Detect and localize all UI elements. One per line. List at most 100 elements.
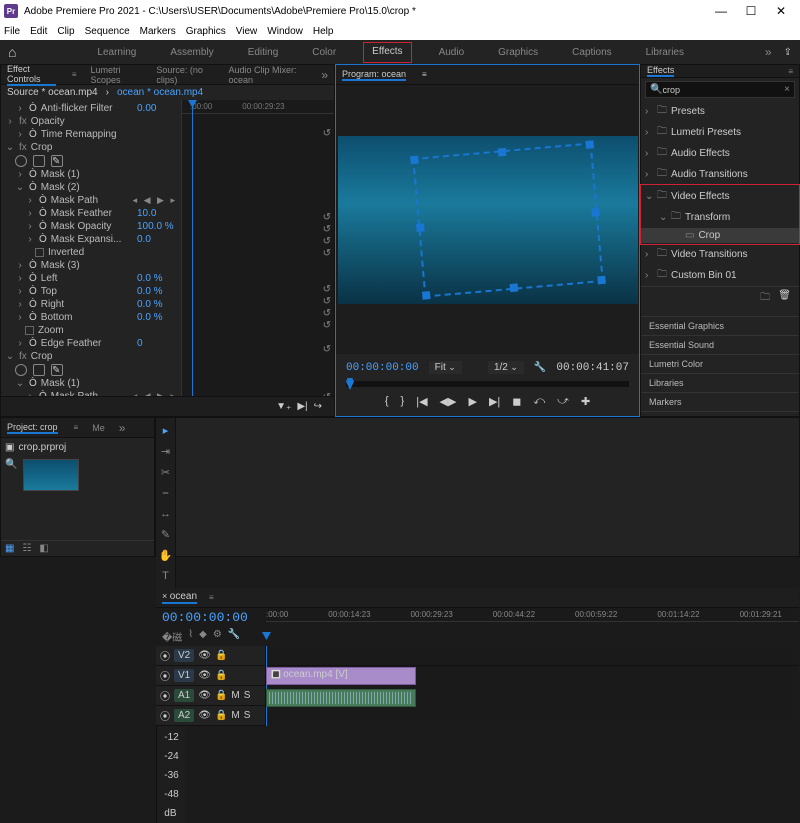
link-icon[interactable]: ⌇ (188, 629, 193, 644)
close-button[interactable]: ✕ (766, 4, 796, 18)
ec-row[interactable]: ✎ (1, 363, 181, 377)
zoom-select[interactable]: Fit ⌄ (429, 361, 462, 374)
menu-help[interactable]: Help (313, 26, 334, 37)
effects-search-input[interactable] (662, 85, 784, 95)
panel-menu-icon[interactable]: ≡ (209, 593, 214, 602)
export-icon[interactable]: ⇪ (784, 47, 792, 58)
panel-menu-icon[interactable]: ≡ (422, 70, 427, 79)
program-timecode[interactable]: 00:00:00:00 (346, 362, 419, 374)
ec-row[interactable]: ›ÒMask (1) (1, 168, 181, 181)
more-tabs-icon[interactable]: » (119, 421, 126, 435)
workspace-tab-editing[interactable]: Editing (242, 43, 285, 62)
search-icon[interactable]: 🔍 (5, 459, 17, 470)
ec-playhead[interactable] (192, 100, 193, 396)
crop-handle[interactable] (591, 207, 600, 216)
crop-handle[interactable] (416, 223, 425, 232)
slip-tool-icon[interactable]: ↔ (160, 508, 171, 520)
side-panel-item[interactable]: Markers (641, 392, 799, 411)
workspace-tab-captions[interactable]: Captions (566, 43, 617, 62)
panel-menu-icon[interactable]: ≡ (72, 70, 77, 79)
more-workspaces-icon[interactable]: » (765, 45, 772, 59)
ec-row[interactable]: ⌄fxCrop (1, 141, 181, 154)
reset-icon[interactable]: ↺ (323, 320, 331, 332)
ec-tab[interactable]: Audio Clip Mixer: ocean (228, 65, 307, 85)
rect-mask-icon[interactable] (33, 364, 45, 376)
effects-tree-item[interactable]: ›🗀Audio Effects (641, 143, 799, 164)
freeform-view-icon[interactable]: ◧ (39, 543, 48, 554)
audio-clip[interactable] (266, 689, 416, 707)
menu-markers[interactable]: Markers (140, 26, 176, 37)
reset-icon[interactable]: ↺ (323, 344, 331, 356)
menu-edit[interactable]: Edit (30, 26, 47, 37)
marker-icon[interactable]: ◆ (199, 629, 207, 644)
rect-mask-icon[interactable] (33, 155, 45, 167)
crop-handle[interactable] (509, 283, 518, 292)
ec-row[interactable]: ›ÒTime Remapping (1, 128, 181, 141)
snap-icon[interactable]: �磁 (162, 629, 182, 644)
track-header[interactable]: ⦿A1👁🔒MS (156, 686, 265, 706)
track-select-tool-icon[interactable]: ⇥ (161, 445, 170, 458)
program-scrubber[interactable] (346, 381, 629, 387)
crop-handle[interactable] (585, 140, 594, 149)
timeline-tab[interactable]: × ocean (162, 591, 197, 604)
reset-icon[interactable]: ↺ (323, 224, 331, 236)
menu-clip[interactable]: Clip (57, 26, 74, 37)
minimize-button[interactable]: — (706, 4, 736, 18)
transport-button[interactable]: } (401, 395, 405, 408)
reset-icon[interactable]: ↺ (323, 308, 331, 320)
pen-tool-icon[interactable]: ✎ (161, 528, 170, 541)
ellipse-mask-icon[interactable] (15, 155, 27, 167)
menu-file[interactable]: File (4, 26, 20, 37)
timeline-timecode[interactable]: 00:00:00:00 (156, 608, 266, 627)
crop-handle[interactable] (497, 147, 506, 156)
effects-tree-item[interactable]: ›🗀Lumetri Presets (641, 122, 799, 143)
effects-tab[interactable]: Effects (647, 65, 674, 77)
menu-view[interactable]: View (236, 26, 258, 37)
menu-sequence[interactable]: Sequence (85, 26, 130, 37)
ec-row[interactable]: ›ÒLeft0.0 % (1, 272, 181, 285)
workspace-tab-audio[interactable]: Audio (433, 43, 471, 62)
transport-button[interactable]: ⤻ (557, 395, 569, 408)
menu-graphics[interactable]: Graphics (186, 26, 226, 37)
workspace-tab-color[interactable]: Color (306, 43, 342, 62)
workspace-tab-assembly[interactable]: Assembly (164, 43, 219, 62)
reset-icon[interactable]: ↺ (323, 296, 331, 308)
effects-tree-item[interactable]: ›🗀Custom Bin 01 (641, 265, 799, 286)
clear-search-icon[interactable]: × (784, 84, 790, 95)
ec-row[interactable]: ›ÒMask Opacity100.0 % (1, 220, 181, 233)
timeline-playhead[interactable] (266, 646, 267, 726)
menu-window[interactable]: Window (267, 26, 303, 37)
ec-row[interactable]: ›ÒRight0.0 % (1, 298, 181, 311)
transport-button[interactable]: ⤺ (533, 395, 545, 408)
page-select[interactable]: 1/2 ⌄ (488, 361, 524, 374)
ec-row[interactable]: ✎ (1, 154, 181, 168)
ec-row[interactable]: Zoom (1, 324, 181, 337)
ec-row[interactable]: ⌄ÒMask (2) (1, 181, 181, 194)
timeline-track-area[interactable]: 🔳 ocean.mp4 [V] (266, 646, 799, 726)
media-browser-tab[interactable]: Me (92, 423, 105, 433)
panel-menu-icon[interactable]: ≡ (74, 423, 79, 432)
workspace-tab-learning[interactable]: Learning (91, 43, 142, 62)
effects-tree-item[interactable]: ⌄🗀Transform (641, 207, 799, 228)
workspace-tab-graphics[interactable]: Graphics (492, 43, 544, 62)
ec-row[interactable]: ›ÒEdge Feather0 (1, 337, 181, 350)
ec-tab[interactable]: Effect Controls (7, 64, 56, 86)
wrench-icon[interactable]: 🔧 (534, 362, 546, 373)
transport-button[interactable]: ✚ (581, 395, 590, 408)
side-panel-item[interactable]: Essential Graphics (641, 316, 799, 335)
reset-icon[interactable]: ↺ (323, 284, 331, 296)
filter-icon[interactable]: ▼₊ (276, 401, 291, 412)
project-file[interactable]: ▣ crop.prproj (5, 442, 150, 453)
effects-tree-item[interactable]: ›🗀Video Transitions (641, 244, 799, 265)
program-playhead[interactable] (346, 378, 354, 390)
ec-tab[interactable]: Lumetri Scopes (91, 65, 143, 85)
transport-button[interactable]: ◼ (512, 395, 521, 408)
track-header[interactable]: ⦿V2👁🔒 (156, 646, 265, 666)
track-header[interactable]: ⦿V1👁🔒 (156, 666, 265, 686)
crop-handle[interactable] (410, 155, 419, 164)
effects-tree-item[interactable]: ▭Crop (641, 228, 799, 243)
maximize-button[interactable]: ☐ (736, 4, 766, 18)
list-view-icon[interactable]: ▦ (5, 543, 14, 554)
crop-handle[interactable] (421, 291, 430, 300)
delete-icon[interactable]: 🗑 (778, 290, 791, 307)
